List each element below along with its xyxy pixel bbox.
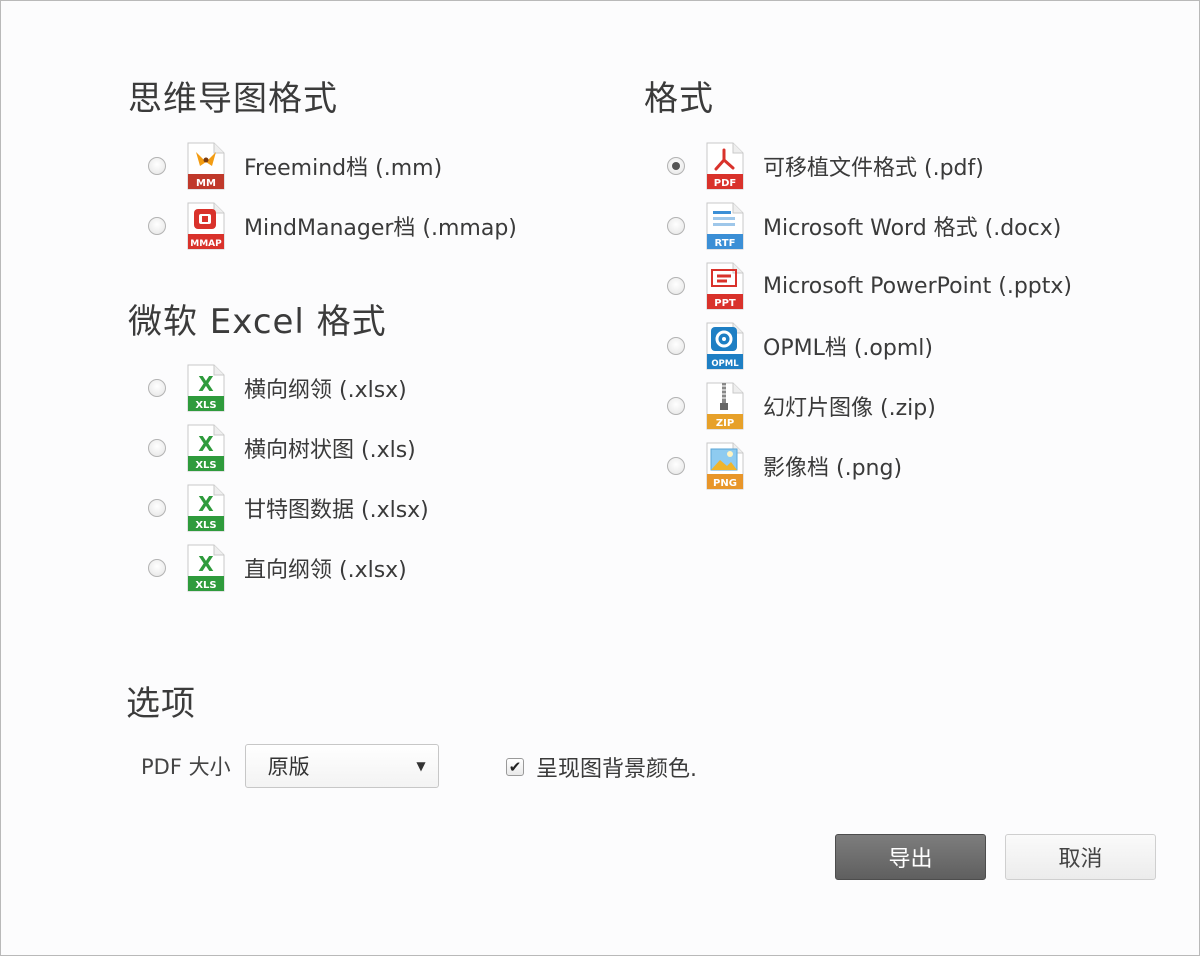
svg-text:X: X: [198, 552, 214, 576]
svg-text:PDF: PDF: [714, 178, 736, 189]
option-excel-gantt-data[interactable]: X XLS 甘特图数据 (.xlsx): [148, 483, 429, 533]
png-file-icon: PNG: [705, 442, 745, 490]
radio-mindmanager[interactable]: [148, 217, 166, 235]
pdf-size-value: 原版: [267, 755, 310, 779]
svg-text:XLS: XLS: [195, 460, 216, 471]
option-label: OPML档 (.opml): [763, 336, 933, 361]
rtf-file-icon: RTF: [705, 202, 745, 250]
excel-file-icon: X XLS: [186, 364, 226, 412]
formats-section-title: 格式: [644, 79, 714, 119]
option-label: 直向纲领 (.xlsx): [244, 558, 407, 583]
svg-text:XLS: XLS: [195, 520, 216, 531]
option-label: 影像档 (.png): [763, 456, 903, 481]
option-freemind[interactable]: MM Freemind档 (.mm): [148, 141, 442, 191]
excel-file-icon: X XLS: [186, 424, 226, 472]
radio-pdf[interactable]: [667, 157, 685, 175]
radio-word[interactable]: [667, 217, 685, 235]
export-dialog: 思维导图格式 MM Freemind档 (.mm) MMAP MindManag…: [0, 0, 1200, 956]
option-png[interactable]: PNG 影像档 (.png): [667, 441, 902, 491]
svg-text:XLS: XLS: [195, 580, 216, 591]
option-word[interactable]: RTF Microsoft Word 格式 (.docx): [667, 201, 1061, 251]
options-section-title: 选项: [126, 684, 196, 724]
svg-text:X: X: [198, 372, 214, 396]
option-label: 横向树状图 (.xls): [244, 438, 416, 463]
option-label: 甘特图数据 (.xlsx): [244, 498, 429, 523]
option-powerpoint[interactable]: PPT Microsoft PowerPoint (.pptx): [667, 261, 1072, 311]
option-excel-vertical-outline[interactable]: X XLS 直向纲领 (.xlsx): [148, 543, 407, 593]
background-color-option[interactable]: ✔ 呈现图背景颜色.: [506, 751, 697, 783]
radio-freemind[interactable]: [148, 157, 166, 175]
excel-file-icon: X XLS: [186, 544, 226, 592]
svg-text:MM: MM: [196, 178, 216, 189]
pdf-size-row: PDF 大小 原版 ▼: [141, 743, 439, 789]
zip-file-icon: ZIP: [705, 382, 745, 430]
option-label: MindManager档 (.mmap): [244, 216, 517, 241]
radio-slide-images[interactable]: [667, 397, 685, 415]
background-color-label: 呈现图背景颜色.: [536, 757, 697, 782]
pdf-size-select[interactable]: 原版 ▼: [244, 744, 439, 788]
option-mindmanager[interactable]: MMAP MindManager档 (.mmap): [148, 201, 517, 251]
option-pdf[interactable]: PDF 可移植文件格式 (.pdf): [667, 141, 984, 191]
excel-file-icon: X XLS: [186, 484, 226, 532]
svg-text:X: X: [198, 492, 214, 516]
option-excel-horizontal-tree[interactable]: X XLS 横向树状图 (.xls): [148, 423, 416, 473]
excel-section-title: 微软 Excel 格式: [128, 302, 387, 342]
svg-text:ZIP: ZIP: [716, 418, 734, 429]
export-button[interactable]: 导出: [835, 834, 986, 880]
mindmanager-file-icon: MMAP: [186, 202, 226, 250]
svg-text:X: X: [198, 432, 214, 456]
svg-text:MMAP: MMAP: [190, 239, 222, 249]
option-label: Microsoft PowerPoint (.pptx): [763, 273, 1072, 299]
background-color-checkbox[interactable]: ✔: [506, 758, 524, 776]
option-label: 可移植文件格式 (.pdf): [763, 156, 984, 181]
radio-png[interactable]: [667, 457, 685, 475]
mindmap-section-title: 思维导图格式: [128, 79, 338, 119]
option-opml[interactable]: OPML OPML档 (.opml): [667, 321, 933, 371]
option-excel-horizontal-outline[interactable]: X XLS 横向纲领 (.xlsx): [148, 363, 407, 413]
svg-text:OPML: OPML: [711, 359, 739, 369]
radio-opml[interactable]: [667, 337, 685, 355]
svg-text:PNG: PNG: [713, 478, 737, 489]
option-label: Microsoft Word 格式 (.docx): [763, 216, 1062, 241]
ppt-file-icon: PPT: [705, 262, 745, 310]
option-label: 横向纲领 (.xlsx): [244, 378, 407, 403]
radio-excel-vertical-outline[interactable]: [148, 559, 166, 577]
pdf-size-label: PDF 大小: [141, 755, 231, 779]
cancel-button[interactable]: 取消: [1005, 834, 1156, 880]
svg-text:PPT: PPT: [714, 298, 736, 309]
radio-powerpoint[interactable]: [667, 277, 685, 295]
radio-excel-horizontal-tree[interactable]: [148, 439, 166, 457]
radio-excel-gantt-data[interactable]: [148, 499, 166, 517]
option-label: 幻灯片图像 (.zip): [763, 396, 936, 421]
opml-file-icon: OPML: [705, 322, 745, 370]
option-slide-images[interactable]: ZIP 幻灯片图像 (.zip): [667, 381, 936, 431]
option-label: Freemind档 (.mm): [244, 156, 443, 181]
freemind-file-icon: MM: [186, 142, 226, 190]
svg-text:RTF: RTF: [715, 238, 736, 249]
radio-excel-horizontal-outline[interactable]: [148, 379, 166, 397]
svg-text:XLS: XLS: [195, 400, 216, 411]
chevron-down-icon: ▼: [416, 759, 426, 773]
pdf-file-icon: PDF: [705, 142, 745, 190]
